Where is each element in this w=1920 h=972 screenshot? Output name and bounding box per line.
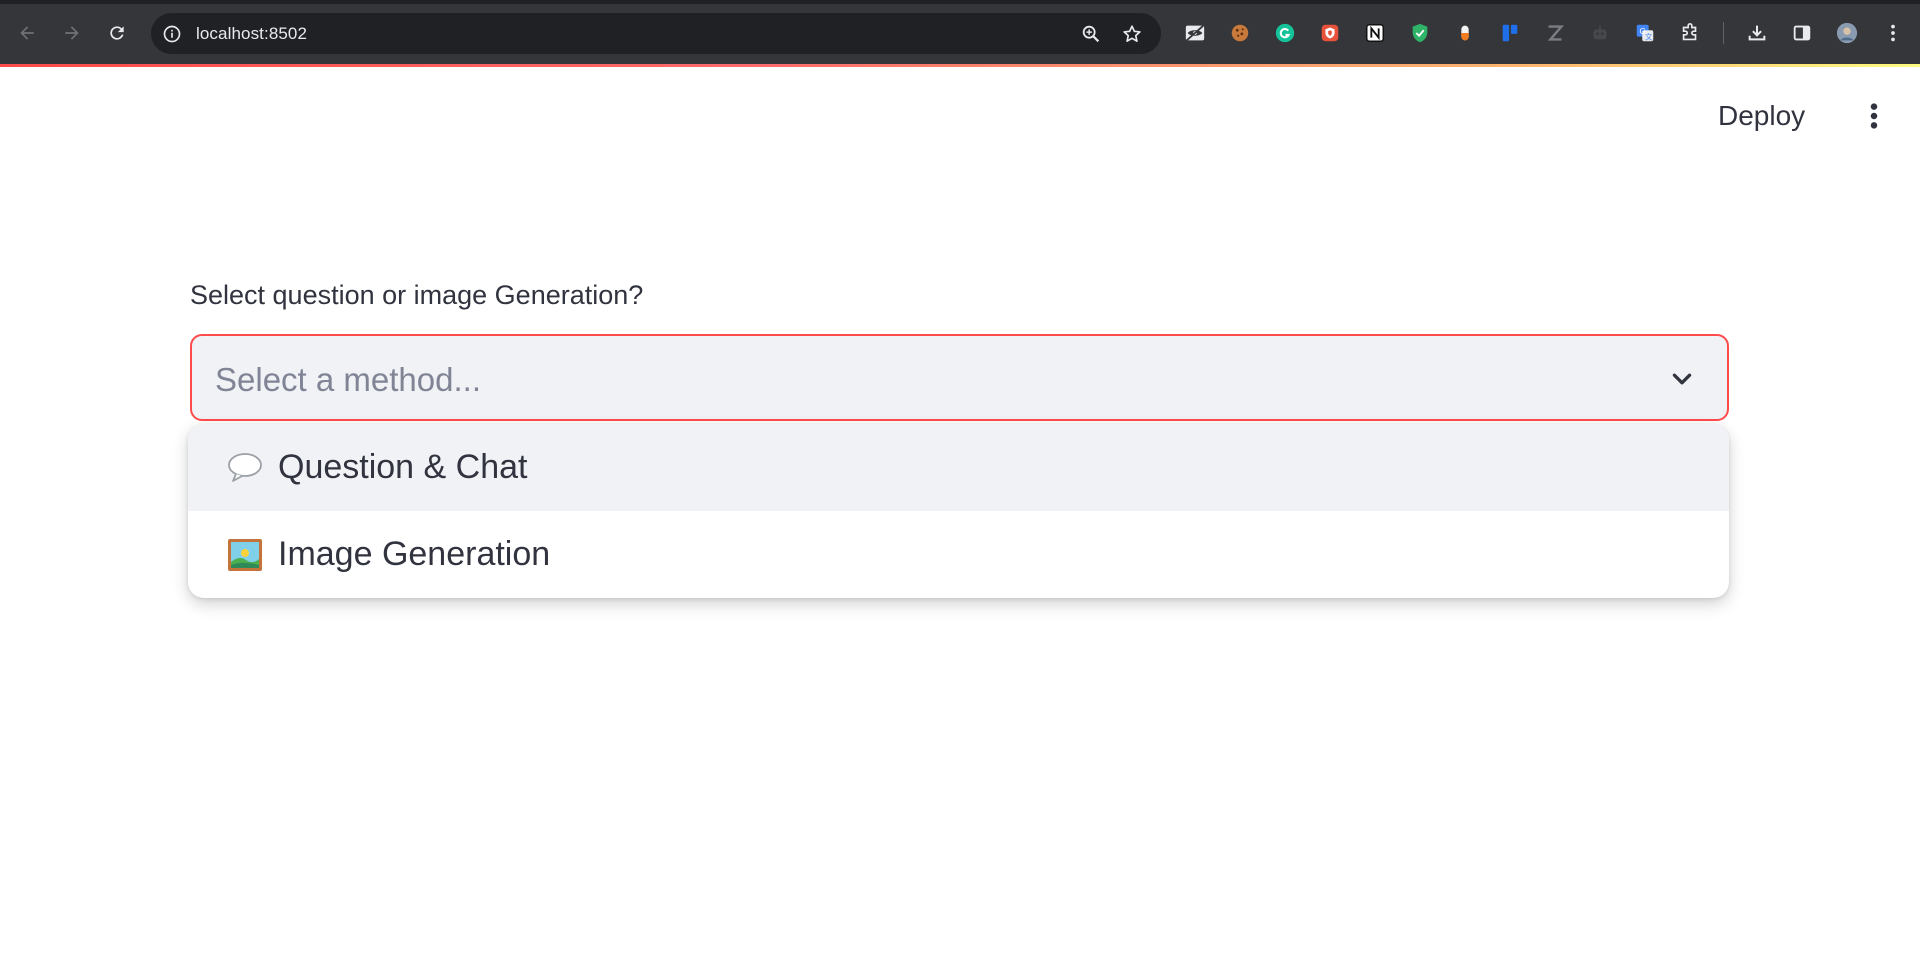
cookie-icon[interactable] [1228,21,1252,45]
translate-icon[interactable]: G文 [1633,21,1657,45]
shield-red-icon[interactable] [1318,21,1342,45]
deploy-button[interactable]: Deploy [1706,96,1817,136]
back-button[interactable] [11,17,43,49]
framed-picture-icon [227,537,263,573]
arrow-left-icon [20,26,34,40]
zotero-icon[interactable] [1543,21,1567,45]
pill-icon[interactable] [1453,21,1477,45]
tab-strip [0,0,1920,4]
browser-toolbar: localhost:8502 G文 [0,0,1920,64]
shield-green-icon[interactable] [1408,21,1432,45]
option-question-chat[interactable]: Question & Chat [188,424,1729,511]
browser-menu-icon[interactable] [1881,21,1905,45]
kebab-menu-icon [1870,103,1878,129]
zoom-icon[interactable] [1079,22,1103,46]
download-icon[interactable] [1745,21,1769,45]
url-text: localhost:8502 [196,24,308,43]
trello-icon[interactable] [1498,21,1522,45]
puzzle-icon[interactable] [1678,21,1702,45]
forward-button[interactable] [56,17,88,49]
option-label: Image Generation [278,535,551,573]
side-panel-icon[interactable] [1790,21,1814,45]
address-bar[interactable]: localhost:8502 [151,13,1161,54]
select-label: Select question or image Generation? [190,280,644,310]
select-placeholder: Select a method... [215,361,481,398]
robot-icon[interactable] [1588,21,1612,45]
arrow-right-icon [65,26,79,40]
select-dropdown-menu: Question & Chat Image Generation [188,424,1729,598]
grammarly-icon[interactable] [1273,21,1297,45]
site-info-icon[interactable] [161,23,182,44]
notion-icon[interactable] [1363,21,1387,45]
option-image-generation[interactable]: Image Generation [188,511,1729,598]
bookmark-star-icon[interactable] [1120,22,1144,46]
option-label: Question & Chat [278,448,528,486]
header-decoration [0,64,1920,67]
svg-text:文: 文 [1645,32,1653,41]
method-select[interactable]: Select a method... [190,334,1729,421]
profile-avatar-icon[interactable] [1835,21,1859,45]
chevron-down-icon[interactable] [1667,364,1697,394]
reload-icon [110,26,124,40]
reload-button[interactable] [101,17,133,49]
toolbar-separator [1723,22,1724,44]
speech-bubble-icon [227,450,263,486]
incognito-eye-icon[interactable] [1183,21,1207,45]
main-menu-button[interactable] [1858,96,1890,136]
